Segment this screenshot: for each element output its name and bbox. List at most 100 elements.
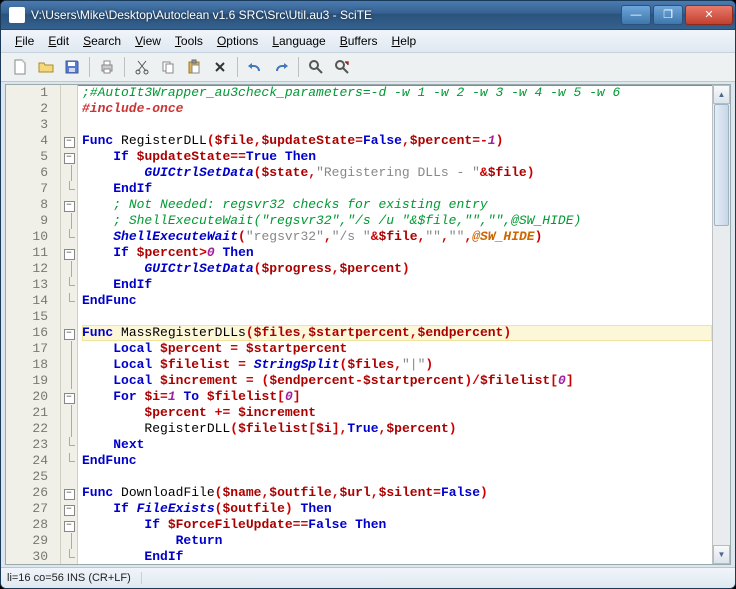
line-number[interactable]: 8 xyxy=(6,197,48,213)
fold-marker[interactable]: − xyxy=(61,245,77,261)
fold-margin[interactable]: −−−−−−−−− xyxy=(61,85,78,564)
menu-search[interactable]: Search xyxy=(77,32,127,50)
code-line[interactable]: If FileExists($outfile) Then xyxy=(82,501,712,517)
fold-marker[interactable] xyxy=(61,181,77,197)
fold-marker[interactable]: − xyxy=(61,389,77,405)
undo-button[interactable] xyxy=(242,55,268,79)
menu-buffers[interactable]: Buffers xyxy=(334,32,384,50)
line-number[interactable]: 10 xyxy=(6,229,48,245)
scroll-down-button[interactable]: ▼ xyxy=(713,545,730,564)
menu-tools[interactable]: Tools xyxy=(169,32,209,50)
line-number[interactable]: 17 xyxy=(6,341,48,357)
code-line[interactable]: EndIf xyxy=(82,549,712,564)
code-line[interactable]: EndFunc xyxy=(82,453,712,469)
line-number[interactable]: 21 xyxy=(6,405,48,421)
code-line[interactable] xyxy=(82,309,712,325)
titlebar[interactable]: V:\Users\Mike\Desktop\Autoclean v1.6 SRC… xyxy=(1,1,735,30)
redo-button[interactable] xyxy=(268,55,294,79)
line-number[interactable]: 2 xyxy=(6,101,48,117)
scroll-thumb[interactable] xyxy=(714,104,729,226)
code-line[interactable]: Local $increment = ($endpercent-$startpe… xyxy=(82,373,712,389)
find-button[interactable] xyxy=(303,55,329,79)
fold-marker[interactable] xyxy=(61,549,77,565)
fold-marker[interactable]: − xyxy=(61,517,77,533)
code-line[interactable] xyxy=(82,469,712,485)
code-line[interactable]: GUICtrlSetData($state,"Registering DLLs … xyxy=(82,165,712,181)
fold-marker[interactable] xyxy=(61,85,77,101)
code-line[interactable]: ; ShellExecuteWait("regsvr32","/s /u "&$… xyxy=(82,213,712,229)
line-number[interactable]: 1 xyxy=(6,85,48,101)
maximize-button[interactable]: ❐ xyxy=(653,5,683,25)
code-line[interactable]: EndIf xyxy=(82,181,712,197)
fold-marker[interactable] xyxy=(61,341,77,357)
fold-marker[interactable]: − xyxy=(61,325,77,341)
line-number[interactable]: 15 xyxy=(6,309,48,325)
fold-marker[interactable] xyxy=(61,261,77,277)
line-number[interactable]: 16 xyxy=(6,325,48,341)
fold-marker[interactable] xyxy=(61,229,77,245)
line-number[interactable]: 14 xyxy=(6,293,48,309)
line-number[interactable]: 28 xyxy=(6,517,48,533)
menu-view[interactable]: View xyxy=(129,32,167,50)
code-editor[interactable]: ;#AutoIt3Wrapper_au3check_parameters=-d … xyxy=(78,85,712,564)
menu-language[interactable]: Language xyxy=(266,32,331,50)
line-number[interactable]: 24 xyxy=(6,453,48,469)
code-line[interactable]: Local $percent = $startpercent xyxy=(82,341,712,357)
fold-marker[interactable] xyxy=(61,533,77,549)
line-number[interactable]: 7 xyxy=(6,181,48,197)
fold-marker[interactable] xyxy=(61,277,77,293)
new-file-button[interactable] xyxy=(7,55,33,79)
menu-help[interactable]: Help xyxy=(386,32,423,50)
fold-marker[interactable] xyxy=(61,469,77,485)
cut-button[interactable] xyxy=(129,55,155,79)
menu-edit[interactable]: Edit xyxy=(42,32,75,50)
code-line[interactable]: Return xyxy=(82,533,712,549)
line-number[interactable]: 9 xyxy=(6,213,48,229)
menu-options[interactable]: Options xyxy=(211,32,264,50)
code-line[interactable]: GUICtrlSetData($progress,$percent) xyxy=(82,261,712,277)
menu-file[interactable]: File xyxy=(9,32,40,50)
line-number[interactable]: 11 xyxy=(6,245,48,261)
code-line[interactable]: If $percent>0 Then xyxy=(82,245,712,261)
line-number[interactable]: 25 xyxy=(6,469,48,485)
line-number[interactable]: 20 xyxy=(6,389,48,405)
fold-marker[interactable] xyxy=(61,357,77,373)
line-number[interactable]: 13 xyxy=(6,277,48,293)
delete-button[interactable] xyxy=(207,55,233,79)
line-number[interactable]: 22 xyxy=(6,421,48,437)
line-number[interactable]: 29 xyxy=(6,533,48,549)
line-number[interactable]: 19 xyxy=(6,373,48,389)
line-number[interactable]: 26 xyxy=(6,485,48,501)
fold-marker[interactable] xyxy=(61,213,77,229)
code-line[interactable]: ; Not Needed: regsvr32 checks for existi… xyxy=(82,197,712,213)
line-number[interactable]: 12 xyxy=(6,261,48,277)
fold-marker[interactable]: − xyxy=(61,501,77,517)
fold-marker[interactable] xyxy=(61,453,77,469)
fold-marker[interactable] xyxy=(61,405,77,421)
code-line[interactable]: If $updateState==True Then xyxy=(82,149,712,165)
close-button[interactable]: ✕ xyxy=(685,5,733,25)
line-number-gutter[interactable]: 1234567891011121314151617181920212223242… xyxy=(6,85,61,564)
open-file-button[interactable] xyxy=(33,55,59,79)
fold-marker[interactable] xyxy=(61,101,77,117)
fold-marker[interactable] xyxy=(61,309,77,325)
fold-marker[interactable] xyxy=(61,165,77,181)
paste-button[interactable] xyxy=(181,55,207,79)
line-number[interactable]: 5 xyxy=(6,149,48,165)
fold-marker[interactable]: − xyxy=(61,485,77,501)
code-line[interactable]: ShellExecuteWait("regsvr32","/s "&$file,… xyxy=(82,229,712,245)
line-number[interactable]: 27 xyxy=(6,501,48,517)
fold-marker[interactable] xyxy=(61,421,77,437)
code-line[interactable]: EndFunc xyxy=(82,293,712,309)
minimize-button[interactable]: — xyxy=(621,5,651,25)
code-line[interactable]: If $ForceFileUpdate==False Then xyxy=(82,517,712,533)
fold-marker[interactable] xyxy=(61,437,77,453)
code-line[interactable]: EndIf xyxy=(82,277,712,293)
fold-marker[interactable]: − xyxy=(61,197,77,213)
code-line[interactable]: Func RegisterDLL($file,$updateState=Fals… xyxy=(82,133,712,149)
line-number[interactable]: 6 xyxy=(6,165,48,181)
fold-marker[interactable] xyxy=(61,117,77,133)
code-line[interactable]: Func DownloadFile($name,$outfile,$url,$s… xyxy=(82,485,712,501)
print-button[interactable] xyxy=(94,55,120,79)
line-number[interactable]: 18 xyxy=(6,357,48,373)
